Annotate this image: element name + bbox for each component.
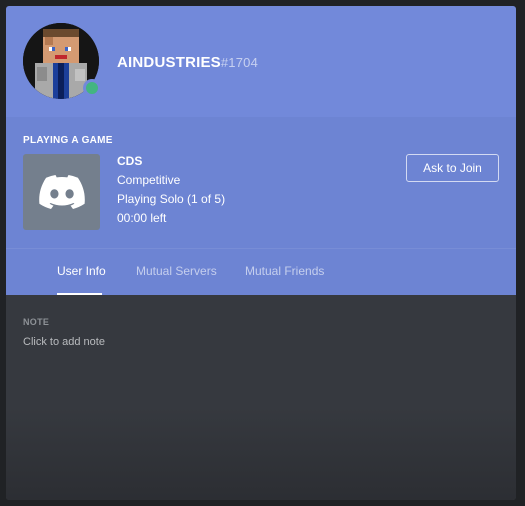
tab-mutual-friends[interactable]: Mutual Friends xyxy=(245,264,324,278)
profile-header: AINDUSTRIES#1704 xyxy=(6,6,516,117)
user-info-panel: NOTE Click to add note xyxy=(6,295,516,500)
online-status-icon xyxy=(83,79,101,97)
discord-logo-icon xyxy=(38,175,85,209)
game-party-size: Playing Solo (1 of 5) xyxy=(117,192,226,206)
window: AINDUSTRIES#1704 PLAYING A GAME CDS Comp… xyxy=(0,0,525,506)
user-profile-modal: AINDUSTRIES#1704 PLAYING A GAME CDS Comp… xyxy=(6,6,516,500)
ask-to-join-button[interactable]: Ask to Join xyxy=(406,154,499,182)
activity-section: PLAYING A GAME CDS Competitive Playing S… xyxy=(6,117,516,248)
game-time-left: 00:00 left xyxy=(117,211,167,225)
game-name: CDS xyxy=(117,154,143,168)
note-label: NOTE xyxy=(23,317,50,327)
profile-tabs: User Info Mutual Servers Mutual Friends xyxy=(6,248,516,295)
game-details: Competitive xyxy=(117,173,181,187)
tab-user-info[interactable]: User Info xyxy=(57,264,106,278)
username: AINDUSTRIES#1704 xyxy=(117,54,259,71)
game-icon xyxy=(23,154,100,230)
avatar-container[interactable] xyxy=(23,23,101,99)
tab-mutual-servers[interactable]: Mutual Servers xyxy=(136,264,217,278)
activity-header: PLAYING A GAME xyxy=(23,135,113,146)
note-input[interactable]: Click to add note xyxy=(23,336,105,348)
discriminator: #1704 xyxy=(220,55,259,70)
